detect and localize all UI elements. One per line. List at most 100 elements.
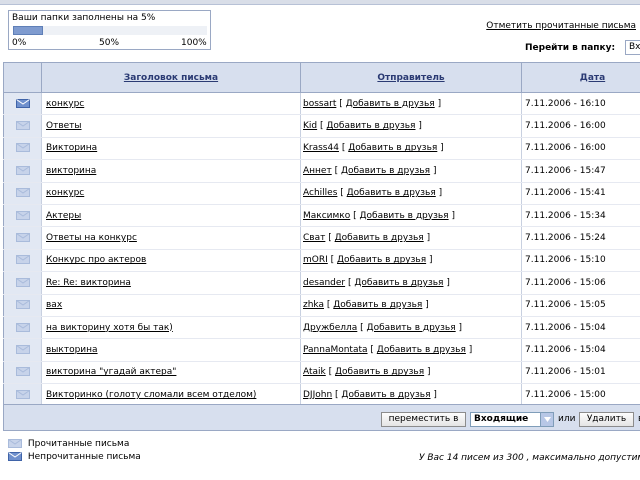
read-envelope-icon [15, 344, 30, 354]
subject-link[interactable]: конкурс [46, 188, 84, 198]
column-header-date[interactable]: Дата [521, 62, 640, 93]
envelope-cell [3, 137, 42, 161]
mark-read-link[interactable]: Отметить прочитанные письма [486, 21, 636, 31]
envelope-cell [3, 361, 42, 385]
date-cell: 7.11.2006 - 15:24 [521, 226, 640, 250]
table-row[interactable]: Ответы на конкурс Сват [ Добавить в друзь… [3, 226, 640, 250]
table-row[interactable]: Викторинко (голоту сломали всем отделом)… [3, 383, 640, 407]
envelope-cell [3, 383, 42, 407]
sender-link[interactable]: zhka [303, 300, 324, 310]
add-friend-link[interactable]: Добавить в друзья [348, 143, 437, 153]
envelope-cell [3, 338, 42, 362]
sender-link[interactable]: Achilles [303, 188, 337, 198]
table-row[interactable]: викторина "угадай актера" Ataik [ Добавит… [3, 361, 640, 385]
table-row[interactable]: выкторина PannaMontata [ Добавить в друзь… [3, 338, 640, 362]
subject-cell: викторина "угадай актера" [41, 361, 301, 385]
add-friend-link[interactable]: Добавить в друзья [326, 121, 415, 131]
sender-cell: DJJohn [ Добавить в друзья ] [300, 383, 522, 407]
sender-cell: Максимко [ Добавить в друзья ] [300, 204, 522, 228]
quota-bar [13, 26, 207, 35]
sender-link[interactable]: Максимко [303, 211, 350, 221]
table-row[interactable]: Конкурс про актеров mORI [ Добавить в дру… [3, 249, 640, 273]
subject-link[interactable]: Актеры [46, 211, 81, 221]
sender-link[interactable]: Krass44 [303, 143, 339, 153]
or-label: или [558, 414, 576, 424]
add-friend-link[interactable]: Добавить в друзья [367, 323, 456, 333]
subject-cell: Конкурс про актеров [41, 249, 301, 273]
subject-link[interactable]: вах [46, 300, 62, 310]
envelope-cell [3, 92, 42, 116]
subject-cell: вах [41, 294, 301, 317]
sender-link[interactable]: Ataik [303, 367, 326, 377]
add-friend-link[interactable]: Добавить в друзья [346, 99, 435, 109]
sender-link[interactable]: desander [303, 278, 345, 288]
subject-link[interactable]: Ответы на конкурс [46, 233, 137, 243]
date-cell: 7.11.2006 - 15:34 [521, 204, 640, 228]
sender-link[interactable]: Аннет [303, 166, 332, 176]
goto-folder-select[interactable]: Вх [625, 40, 640, 55]
add-friend-link[interactable]: Добавить в друзья [335, 367, 424, 377]
sender-link[interactable]: bossart [303, 99, 336, 109]
add-friend-link[interactable]: Добавить в друзья [341, 166, 430, 176]
add-friend-bracket-close: ] [424, 367, 431, 378]
sender-link[interactable]: DJJohn [303, 390, 332, 400]
subject-link[interactable]: Ответы [46, 121, 82, 131]
read-envelope-icon [15, 121, 30, 131]
subject-cell: Викторина [41, 137, 301, 161]
table-row[interactable]: конкурс bossart [ Добавить в друзья ] 7.11… [3, 92, 640, 116]
top-strip [0, 0, 640, 5]
sender-link[interactable]: Дружбелла [303, 323, 357, 333]
subject-link[interactable]: викторина [46, 166, 96, 176]
subject-cell: выкторина [41, 338, 301, 362]
subject-link[interactable]: конкурс [46, 99, 84, 109]
subject-link[interactable]: викторина "угадай актера" [46, 367, 176, 377]
chevron-down-icon[interactable] [540, 413, 553, 426]
table-row[interactable]: конкурс Achilles [ Добавить в друзья ] 7.1… [3, 182, 640, 205]
add-friend-link[interactable]: Добавить в друзья [354, 278, 443, 288]
table-row[interactable]: викторина Аннет [ Добавить в друзья ] 7.11… [3, 159, 640, 183]
quota-label: Ваши папки заполнены на 5% [12, 13, 156, 23]
table-row[interactable]: Ответы Kid [ Добавить в друзья ] 7.11.2006… [3, 114, 640, 138]
add-friend-bracket-close: ] [448, 210, 455, 221]
date-cell: 7.11.2006 - 15:41 [521, 182, 640, 205]
add-friend-link[interactable]: Добавить в друзья [360, 211, 449, 221]
sender-link[interactable]: mORI [303, 255, 328, 265]
move-to-button[interactable]: переместить в [381, 412, 466, 427]
table-row[interactable]: Актеры Максимко [ Добавить в друзья ] 7.11… [3, 204, 640, 228]
add-friend-link[interactable]: Добавить в друзья [333, 300, 422, 310]
delete-button[interactable]: Удалить [579, 412, 634, 427]
date-cell: 7.11.2006 - 15:10 [521, 249, 640, 273]
table-header-row: Заголовок письма Отправитель Дата [3, 62, 640, 93]
add-friend-link[interactable]: Добавить в друзья [341, 390, 430, 400]
message-table: Заголовок письма Отправитель Дата конкур… [3, 62, 640, 407]
subject-link[interactable]: Re: Re: викторина [46, 278, 131, 288]
subject-link[interactable]: выкторина [46, 345, 98, 355]
quota-fill [13, 26, 44, 35]
table-row[interactable]: вах zhka [ Добавить в друзья ] 7.11.2006 -… [3, 294, 640, 317]
subject-link[interactable]: Викторина [46, 143, 97, 153]
subject-cell: конкурс [41, 92, 301, 116]
sender-link[interactable]: Сват [303, 233, 325, 243]
read-envelope-icon [15, 210, 30, 220]
sender-link[interactable]: PannaMontata [303, 345, 368, 355]
add-friend-link[interactable]: Добавить в друзья [377, 345, 466, 355]
subject-link[interactable]: Конкурс про актеров [46, 255, 146, 265]
sender-link[interactable]: Kid [303, 121, 317, 131]
subject-link[interactable]: на викторину хотя бы так) [46, 323, 173, 333]
column-header-subject[interactable]: Заголовок письма [41, 62, 301, 93]
sender-cell: Kid [ Добавить в друзья ] [300, 114, 522, 138]
column-header-sender[interactable]: Отправитель [300, 62, 522, 93]
add-friend-bracket-close: ] [434, 98, 442, 109]
add-friend-bracket-close: ] [455, 322, 463, 333]
add-friend-link[interactable]: Добавить в друзья [337, 255, 426, 265]
add-friend-bracket-close: ] [430, 165, 437, 176]
add-friend-link[interactable]: Добавить в друзья [347, 188, 436, 198]
table-row[interactable]: Re: Re: викторина desander [ Добавить в д… [3, 271, 640, 295]
subject-cell: Ответы на конкурс [41, 226, 301, 250]
table-row[interactable]: на викторину хотя бы так) Дружбелла [ Доб… [3, 316, 640, 340]
add-friend-link[interactable]: Добавить в друзья [335, 233, 424, 243]
subject-link[interactable]: Викторинко (голоту сломали всем отделом) [46, 390, 256, 400]
sender-cell: bossart [ Добавить в друзья ] [300, 92, 522, 116]
table-row[interactable]: Викторина Krass44 [ Добавить в друзья ] 7.… [3, 137, 640, 161]
move-folder-select[interactable]: Входящие [470, 412, 554, 427]
